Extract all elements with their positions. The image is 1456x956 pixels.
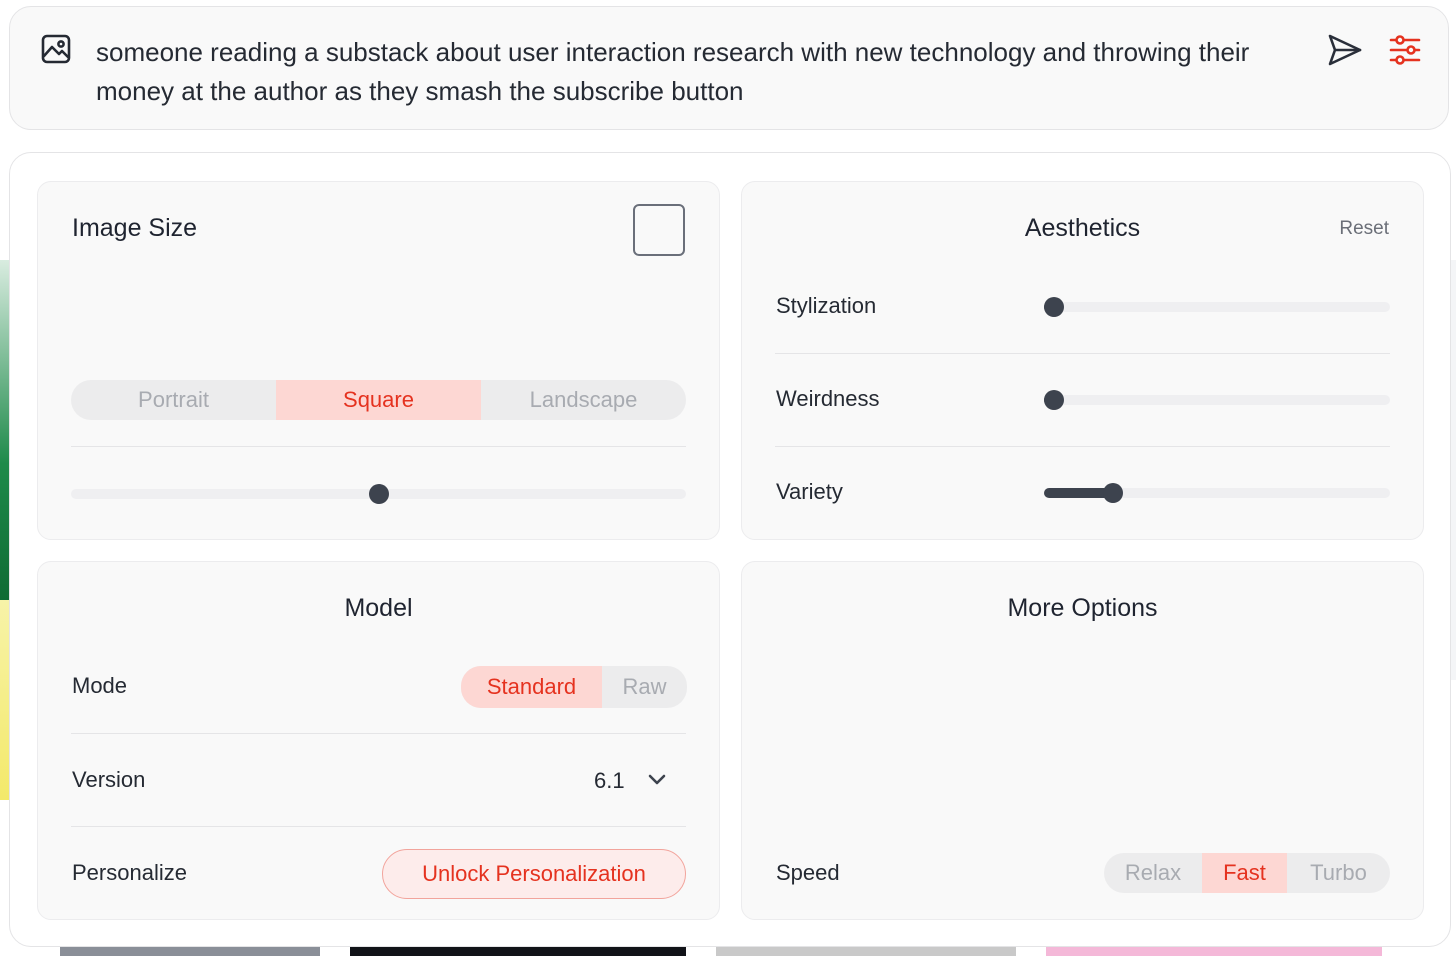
send-icon[interactable] xyxy=(1326,31,1364,69)
weirdness-slider-thumb[interactable] xyxy=(1044,390,1065,410)
version-label: Version xyxy=(72,767,146,792)
divider xyxy=(71,733,686,734)
variety-slider-thumb[interactable] xyxy=(1103,483,1124,503)
speed-selector: Relax Fast Turbo xyxy=(1104,853,1390,893)
aspect-ratio-slider[interactable] xyxy=(71,484,686,504)
speed-fast[interactable]: Fast xyxy=(1202,853,1287,893)
divider xyxy=(71,446,686,447)
image-size-title: Image Size xyxy=(72,214,198,242)
mode-selector: Standard Raw xyxy=(461,666,687,708)
speed-relax[interactable]: Relax xyxy=(1104,853,1202,893)
orientation-landscape[interactable]: Landscape xyxy=(481,380,686,420)
aspect-ratio-slider-thumb[interactable] xyxy=(368,484,389,504)
aesthetics-card: Aesthetics Reset Stylization Weirdness V… xyxy=(741,181,1424,540)
chevron-down-icon[interactable] xyxy=(646,768,668,790)
weirdness-slider[interactable] xyxy=(1044,390,1390,410)
mode-label: Mode xyxy=(72,673,128,698)
image-upload-icon[interactable] xyxy=(40,33,72,65)
divider xyxy=(71,826,686,827)
speed-label: Speed xyxy=(776,860,840,885)
mode-raw[interactable]: Raw xyxy=(602,666,687,708)
weirdness-label: Weirdness xyxy=(776,386,880,411)
mode-standard[interactable]: Standard xyxy=(461,666,602,708)
variety-label: Variety xyxy=(776,479,843,504)
stylization-slider[interactable] xyxy=(1044,297,1390,317)
orientation-square[interactable]: Square xyxy=(276,380,481,420)
unlock-personalization-button[interactable]: Unlock Personalization xyxy=(382,849,686,899)
divider xyxy=(775,353,1390,354)
stylization-label: Stylization xyxy=(776,293,877,318)
variety-slider[interactable] xyxy=(1044,483,1390,503)
orientation-selector: Portrait Square Landscape xyxy=(71,380,686,420)
stylization-slider-thumb[interactable] xyxy=(1044,297,1065,317)
settings-sliders-icon[interactable] xyxy=(1386,31,1424,69)
version-select[interactable]: 6.1 xyxy=(594,768,625,794)
personalize-label: Personalize xyxy=(72,860,187,885)
model-title: Model xyxy=(344,594,413,622)
settings-panel: Image Size Portrait Square Landscape Aes… xyxy=(9,152,1451,947)
aspect-ratio-square-icon xyxy=(633,204,685,256)
prompt-bar: someone reading a substack about user in… xyxy=(9,6,1449,130)
model-card: Model Mode Standard Raw Version 6.1 Pers… xyxy=(37,561,720,920)
more-options-title: More Options xyxy=(1007,594,1158,622)
aesthetics-title: Aesthetics xyxy=(1024,214,1141,242)
orientation-portrait[interactable]: Portrait xyxy=(71,380,276,420)
more-options-card: More Options Speed Relax Fast Turbo xyxy=(741,561,1424,920)
reset-button[interactable]: Reset xyxy=(1339,218,1389,240)
divider xyxy=(775,446,1390,447)
speed-turbo[interactable]: Turbo xyxy=(1287,853,1390,893)
prompt-input[interactable]: someone reading a substack about user in… xyxy=(96,33,1276,111)
image-size-card: Image Size Portrait Square Landscape xyxy=(37,181,720,540)
